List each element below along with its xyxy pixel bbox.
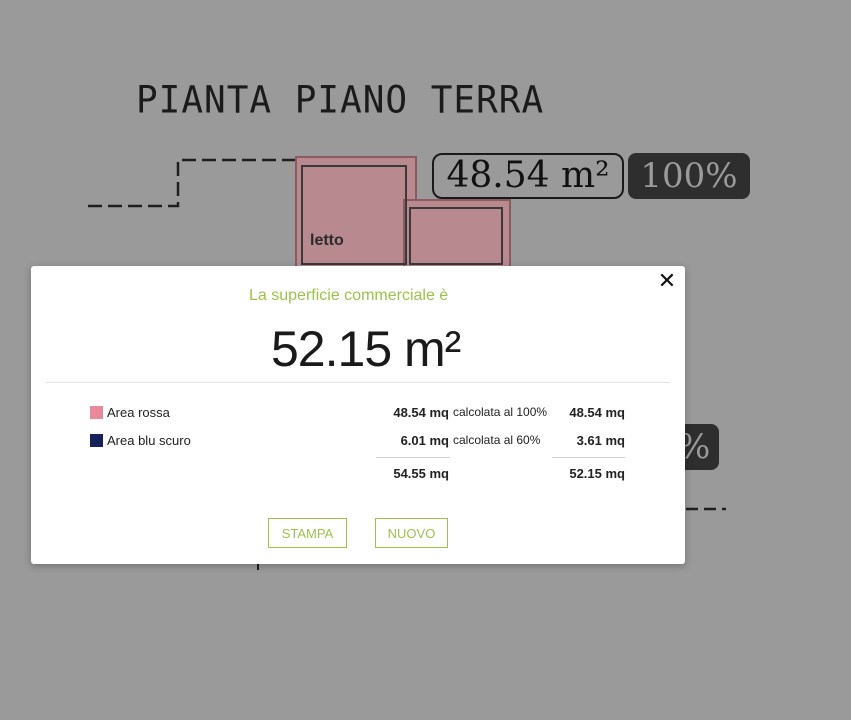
sum-divider-area [376, 457, 450, 458]
area-row-area: 6.01 mq [400, 433, 449, 448]
sum-divider-result [552, 457, 625, 458]
area-row-dark-blue: Area blu scuro 6.01 mq calcolata al 60% … [31, 431, 685, 451]
area-row-area: 48.54 mq [393, 405, 449, 420]
room-label: letto [310, 232, 344, 249]
area-row-label: Area rossa [107, 405, 170, 420]
red-area-room-2 [403, 199, 511, 268]
red-area-room-1 [295, 156, 417, 268]
modal-divider [46, 382, 670, 383]
area-row-result: 48.54 mq [569, 405, 625, 420]
area-row-result: 3.61 mq [576, 433, 625, 448]
plan-percent-tag: 100% [628, 153, 750, 199]
print-button[interactable]: STAMPA [268, 518, 347, 548]
total-surface-value: 52.15 m² [271, 321, 461, 377]
area-row-calc: calcolata al 60% [453, 433, 541, 447]
dark-blue-swatch [90, 434, 103, 447]
area-row-label: Area blu scuro [107, 433, 191, 448]
plan-dashed-wall [88, 158, 300, 208]
modal-subtitle: La superficie commerciale è [249, 287, 449, 304]
area-row-red: Area rossa 48.54 mq calcolata al 100% 48… [31, 403, 685, 423]
new-button[interactable]: NUOVO [375, 518, 448, 548]
sum-area: 54.55 mq [393, 466, 449, 481]
sum-row: 54.55 mq 52.15 mq [31, 464, 685, 484]
sum-result: 52.15 mq [569, 466, 625, 481]
red-swatch [90, 406, 103, 419]
plan-area-tag: 48.54 m² [432, 153, 624, 199]
result-modal: ✕ La superficie commerciale è 52.15 m² A… [31, 266, 685, 564]
page: PIANTA PIANO TERRA letto 48.54 m² 100% %… [0, 0, 851, 720]
